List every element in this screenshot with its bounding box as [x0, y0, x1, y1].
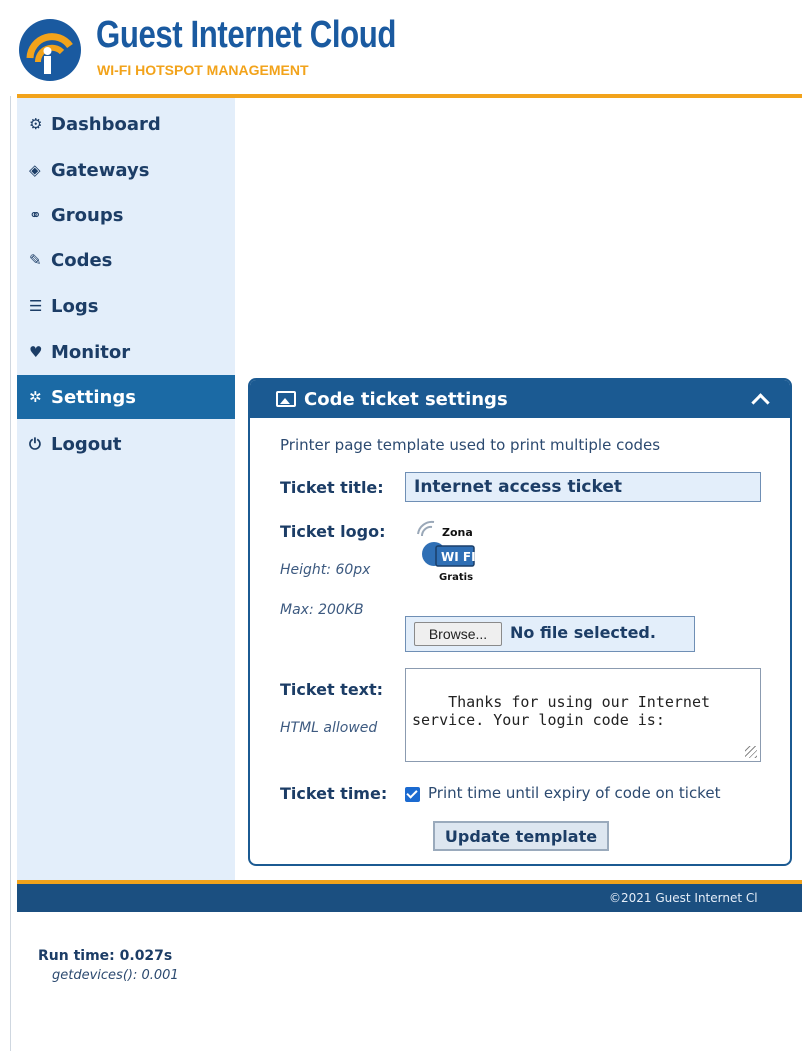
heartbeat-icon: ♥	[29, 343, 43, 361]
resize-grip-icon[interactable]	[745, 746, 757, 758]
ticket-text-value: Thanks for using our Internet service. Y…	[412, 693, 711, 729]
database-icon: ☰	[29, 297, 43, 315]
sidebar-nav: ⚙ Dashboard ◈ Gateways ⚭ Groups ✎ Codes …	[17, 98, 235, 883]
brand-logo-icon	[19, 19, 81, 81]
sidebar-item-label: Settings	[51, 386, 136, 408]
sidebar-item-logs[interactable]: ☰ Logs	[17, 284, 235, 328]
sidebar-item-label: Dashboard	[51, 113, 161, 135]
ticket-logo-label: Ticket logo:	[280, 522, 386, 541]
sidebar-item-monitor[interactable]: ♥ Monitor	[17, 330, 235, 374]
runtime-stat: Run time: 0.027s	[38, 948, 173, 964]
sidebar-item-label: Codes	[51, 249, 113, 271]
sidebar-item-dashboard[interactable]: ⚙ Dashboard	[17, 102, 235, 146]
ticket-text-hint: HTML allowed	[280, 720, 378, 736]
card-header: Code ticket settings	[250, 380, 790, 418]
card-intro: Printer page template used to print mult…	[280, 436, 661, 454]
brand-tagline: WI-FI HOTSPOT MANAGEMENT	[97, 62, 309, 78]
groups-icon: ⚭	[29, 206, 42, 224]
page-footer: ©2021 Guest Internet Cl	[17, 884, 802, 912]
ticket-logo-image: Zona WI FI Gratis	[417, 520, 476, 583]
logo-text-top: Zona	[442, 526, 473, 539]
ticket-title-label: Ticket title:	[280, 478, 384, 497]
logo-height-hint: Height: 60px	[280, 562, 371, 578]
dashboard-icon: ⚙	[29, 115, 43, 133]
sidebar-item-gateways[interactable]: ◈ Gateways	[17, 148, 235, 192]
ticket-text-input[interactable]: Thanks for using our Internet service. Y…	[405, 668, 761, 762]
sidebar-item-settings[interactable]: ✲ Settings	[17, 375, 235, 419]
ticket-time-option: Print time until expiry of code on ticke…	[428, 784, 721, 802]
power-icon: ⏻	[29, 435, 41, 453]
ticket-title-input[interactable]: Internet access ticket	[405, 472, 761, 502]
sidebar-item-groups[interactable]: ⚭ Groups	[17, 193, 235, 237]
chevron-up-icon[interactable]	[750, 388, 770, 408]
app-header: Guest Internet Cloud WI-FI HOTSPOT MANAG…	[0, 0, 802, 94]
logo-text-bottom: Gratis	[439, 572, 473, 583]
sidebar-item-label: Logs	[51, 295, 99, 317]
page-edge	[10, 96, 11, 1051]
update-template-button[interactable]: Update template	[433, 821, 609, 851]
ticket-time-checkbox[interactable]	[405, 787, 420, 802]
sidebar-item-label: Groups	[51, 204, 124, 226]
sidebar-item-label: Monitor	[51, 341, 131, 363]
cog-icon: ✲	[29, 388, 42, 406]
runtime-substat: getdevices(): 0.001	[52, 968, 179, 983]
browse-button[interactable]: Browse...	[414, 622, 502, 646]
ticket-time-label: Ticket time:	[280, 784, 388, 803]
footer-copyright: ©2021 Guest Internet Cl	[609, 891, 758, 905]
ticket-text-label: Ticket text:	[280, 680, 384, 699]
sidebar-item-label: Gateways	[51, 159, 150, 181]
sidebar-item-logout[interactable]: ⏻ Logout	[17, 422, 235, 466]
image-icon	[276, 391, 296, 407]
file-status: No file selected.	[510, 623, 656, 642]
card-title: Code ticket settings	[304, 388, 508, 410]
code-ticket-settings-card: Code ticket settings Printer page templa…	[248, 378, 792, 866]
logo-file-picker: Browse... No file selected.	[405, 616, 695, 652]
logo-text-mid: WI FI	[441, 550, 476, 564]
sidebar-item-label: Logout	[51, 433, 122, 455]
cube-icon: ◈	[29, 161, 41, 179]
sidebar-item-codes[interactable]: ✎ Codes	[17, 238, 235, 282]
tags-icon: ✎	[29, 251, 42, 269]
logo-max-hint: Max: 200KB	[280, 602, 364, 618]
brand-name: Guest Internet Cloud	[96, 14, 396, 56]
